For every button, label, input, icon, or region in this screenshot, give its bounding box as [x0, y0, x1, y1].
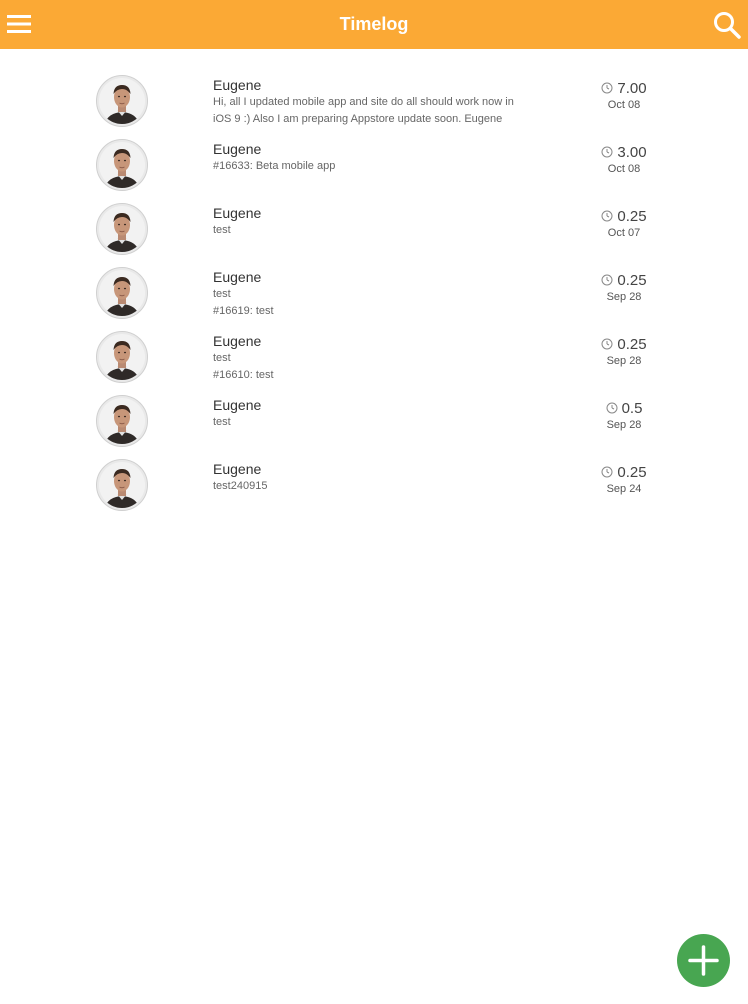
timelog-entry[interactable]: Eugene test #16619: test 0.25 Sep 28 — [0, 261, 748, 325]
entry-user-name: Eugene — [213, 269, 262, 285]
entry-meta: 0.25 Oct 07 — [588, 206, 660, 241]
avatar-image — [96, 203, 148, 255]
entry-user-name: Eugene — [213, 333, 262, 349]
avatar-image — [96, 267, 148, 319]
entry-content: Eugene test #16610: test — [213, 333, 573, 384]
entry-content: Eugene test240915 — [213, 461, 573, 495]
entry-meta: 7.00 Oct 08 — [588, 78, 660, 113]
entry-duration: 7.00 — [617, 79, 647, 97]
timelog-entry[interactable]: Eugene #16633: Beta mobile app 3.00 Oct 08 — [0, 133, 748, 197]
timelog-entry[interactable]: Eugene Hi, all I updated mobile app and s… — [0, 69, 748, 133]
entry-date: Sep 28 — [606, 419, 642, 431]
entry-description: test240915 — [213, 480, 268, 492]
timelog-entry[interactable]: Eugene test 0.5 Sep 28 — [0, 389, 748, 453]
menu-button[interactable] — [6, 12, 32, 36]
entry-meta: 3.00 Oct 08 — [588, 142, 660, 177]
avatar — [96, 139, 148, 191]
entry-content: Eugene test — [213, 397, 573, 431]
avatar-image — [96, 331, 148, 383]
search-icon — [714, 12, 741, 39]
timelog-list: Eugene Hi, all I updated mobile app and s… — [0, 69, 748, 517]
entry-duration: 0.25 — [617, 335, 647, 353]
avatar — [96, 203, 148, 255]
entry-user-name: Eugene — [213, 77, 262, 93]
entry-date: Oct 08 — [607, 163, 641, 175]
entry-description: iOS 9 :) Also I am preparing Appstore up… — [213, 113, 503, 125]
entry-meta: 0.25 Sep 28 — [588, 270, 660, 305]
clock-icon — [606, 402, 618, 414]
menu-icon — [7, 15, 31, 33]
clock-icon — [601, 210, 613, 222]
avatar — [96, 267, 148, 319]
entry-content: Eugene #16633: Beta mobile app — [213, 141, 573, 175]
duration-row: 7.00 — [588, 78, 660, 98]
entry-date: Sep 24 — [606, 483, 642, 495]
entry-description: #16619: test — [213, 305, 274, 317]
entry-user-name: Eugene — [213, 141, 262, 157]
entry-duration: 3.00 — [617, 143, 647, 161]
top-app-bar: Timelog — [0, 0, 748, 49]
add-entry-button[interactable] — [677, 934, 730, 987]
entry-meta: 0.25 Sep 28 — [588, 334, 660, 369]
timelog-screen: Timelog Eugene Hi, all I updated mobile a… — [0, 0, 748, 1004]
entry-date: Sep 28 — [606, 355, 642, 367]
page-title: Timelog — [339, 14, 409, 34]
duration-row: 0.25 — [588, 270, 660, 290]
entry-description: #16610: test — [213, 369, 274, 381]
timelog-entry[interactable]: Eugene test240915 0.25 Sep 24 — [0, 453, 748, 517]
timelog-entry[interactable]: Eugene test 0.25 Oct 07 — [0, 197, 748, 261]
avatar-image — [96, 459, 148, 511]
entry-duration: 0.25 — [617, 463, 647, 481]
entry-duration: 0.25 — [617, 207, 647, 225]
entry-date: Sep 28 — [606, 291, 642, 303]
entry-content: Eugene test #16619: test — [213, 269, 573, 320]
entry-duration: 0.5 — [621, 399, 643, 417]
entry-description: test — [213, 288, 231, 300]
avatar — [96, 75, 148, 127]
avatar — [96, 459, 148, 511]
entry-user-name: Eugene — [213, 205, 262, 221]
entry-date: Oct 08 — [607, 99, 641, 111]
avatar-image — [96, 75, 148, 127]
duration-row: 3.00 — [588, 142, 660, 162]
clock-icon — [601, 82, 613, 94]
avatar-image — [96, 139, 148, 191]
clock-icon — [601, 466, 613, 478]
duration-row: 0.5 — [588, 398, 660, 418]
entry-description: test — [213, 416, 231, 428]
duration-row: 0.25 — [588, 462, 660, 482]
clock-icon — [601, 146, 613, 158]
avatar — [96, 395, 148, 447]
entry-meta: 0.5 Sep 28 — [588, 398, 660, 433]
avatar-image — [96, 395, 148, 447]
avatar — [96, 331, 148, 383]
entry-description: test — [213, 352, 231, 364]
entry-user-name: Eugene — [213, 397, 262, 413]
clock-icon — [601, 338, 613, 350]
plus-icon — [688, 945, 719, 976]
entry-description: test — [213, 224, 231, 236]
entry-date: Oct 07 — [607, 227, 641, 239]
entry-duration: 0.25 — [617, 271, 647, 289]
clock-icon — [601, 274, 613, 286]
duration-row: 0.25 — [588, 334, 660, 354]
entry-description: #16633: Beta mobile app — [213, 160, 336, 172]
entry-content: Eugene test — [213, 205, 573, 239]
entry-user-name: Eugene — [213, 461, 262, 477]
search-button[interactable] — [712, 10, 742, 40]
duration-row: 0.25 — [588, 206, 660, 226]
entry-description: Hi, all I updated mobile app and site do… — [213, 96, 514, 108]
entry-content: Eugene Hi, all I updated mobile app and s… — [213, 77, 573, 128]
entry-meta: 0.25 Sep 24 — [588, 462, 660, 497]
timelog-entry[interactable]: Eugene test #16610: test 0.25 Sep 28 — [0, 325, 748, 389]
